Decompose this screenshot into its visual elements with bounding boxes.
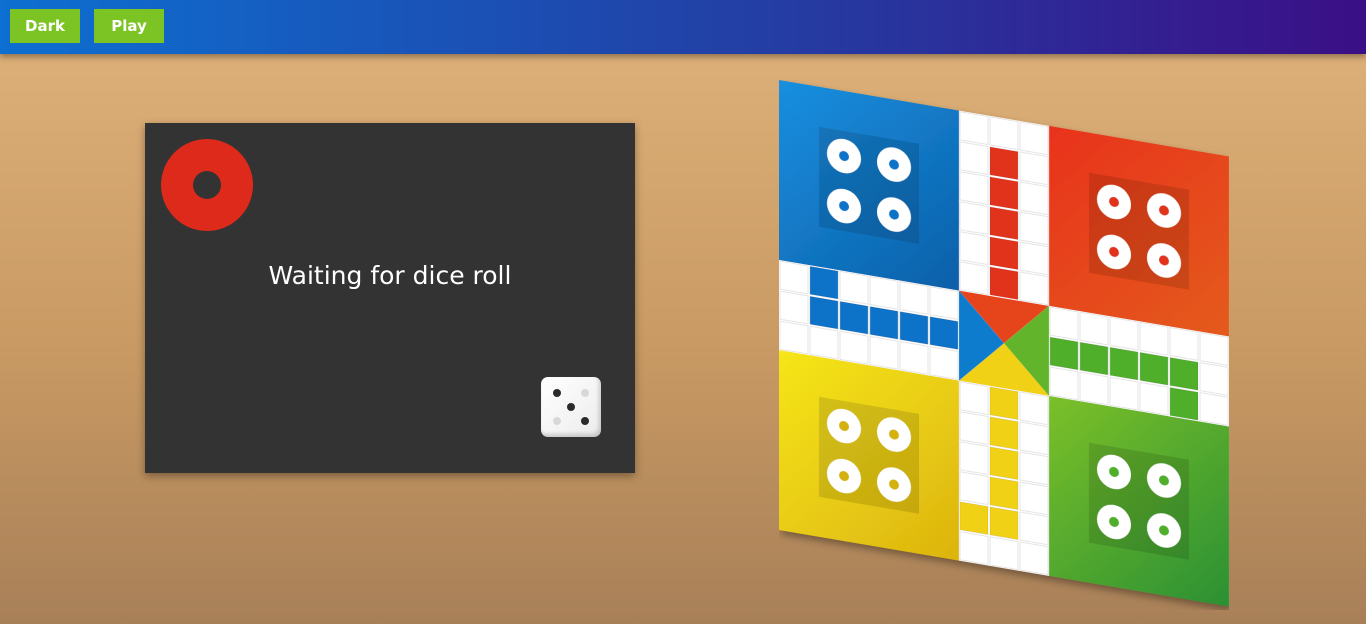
path-cell[interactable] — [839, 330, 869, 365]
path-cell[interactable] — [929, 346, 959, 381]
path-cell[interactable] — [779, 290, 809, 325]
path-cell[interactable] — [1199, 331, 1229, 366]
path-cell[interactable] — [1109, 316, 1139, 351]
colored-path-cell[interactable] — [1079, 341, 1109, 376]
path-cell[interactable] — [959, 111, 989, 146]
path-cell[interactable] — [1169, 326, 1199, 361]
colored-path-cell[interactable] — [959, 501, 989, 536]
path-cell[interactable] — [959, 201, 989, 236]
colored-path-cell[interactable] — [989, 476, 1019, 511]
colored-path-cell[interactable] — [839, 300, 869, 335]
current-player-token-icon — [161, 139, 253, 231]
colored-path-cell[interactable] — [989, 146, 1019, 181]
path-cell[interactable] — [959, 141, 989, 176]
dice-pip — [581, 417, 589, 425]
path-cell[interactable] — [1109, 376, 1139, 411]
path-cell[interactable] — [1139, 321, 1169, 356]
path-cell[interactable] — [959, 441, 989, 476]
path-cell[interactable] — [959, 261, 989, 296]
path-cell[interactable] — [1019, 511, 1049, 546]
path-cell[interactable] — [1019, 481, 1049, 516]
path-cell[interactable] — [899, 280, 929, 315]
colored-path-cell[interactable] — [809, 265, 839, 300]
path-cell[interactable] — [1049, 366, 1079, 401]
status-panel: Waiting for dice roll — [145, 123, 635, 473]
colored-path-cell[interactable] — [1169, 356, 1199, 391]
path-cell[interactable] — [1019, 271, 1049, 306]
path-cell[interactable] — [959, 171, 989, 206]
path-cell[interactable] — [1019, 211, 1049, 246]
colored-path-cell[interactable] — [1109, 346, 1139, 381]
colored-path-cell[interactable] — [989, 386, 1019, 421]
dark-mode-button[interactable]: Dark — [10, 9, 80, 43]
colored-path-cell[interactable] — [989, 506, 1019, 541]
dice-pip — [553, 389, 561, 397]
path-cell[interactable] — [1019, 451, 1049, 486]
path-cell[interactable] — [809, 325, 839, 360]
status-message: Waiting for dice roll — [268, 261, 512, 290]
path-cell[interactable] — [1019, 241, 1049, 276]
path-cell[interactable] — [1079, 311, 1109, 346]
dice-pip-faded — [581, 389, 589, 397]
path-cell[interactable] — [959, 531, 989, 566]
colored-path-cell[interactable] — [869, 305, 899, 340]
path-cell[interactable] — [869, 275, 899, 310]
path-cell[interactable] — [1049, 306, 1079, 341]
colored-path-cell[interactable] — [989, 206, 1019, 241]
path-cell[interactable] — [1019, 181, 1049, 216]
path-cell[interactable] — [989, 536, 1019, 571]
colored-path-cell[interactable] — [989, 446, 1019, 481]
token-hole — [193, 171, 221, 199]
path-cell[interactable] — [1139, 381, 1169, 416]
path-cell[interactable] — [899, 340, 929, 375]
colored-path-cell[interactable] — [989, 266, 1019, 301]
path-cell[interactable] — [1199, 391, 1229, 426]
path-cell[interactable] — [1199, 361, 1229, 396]
dice-pip — [567, 403, 575, 411]
path-cell[interactable] — [839, 270, 869, 305]
path-cell[interactable] — [1079, 371, 1109, 406]
colored-path-cell[interactable] — [809, 295, 839, 330]
path-cell[interactable] — [1019, 121, 1049, 156]
colored-path-cell[interactable] — [929, 316, 959, 351]
colored-path-cell[interactable] — [899, 310, 929, 345]
play-button[interactable]: Play — [94, 9, 164, 43]
path-cell[interactable] — [779, 260, 809, 295]
path-cell[interactable] — [1019, 151, 1049, 186]
path-cell[interactable] — [1019, 421, 1049, 456]
path-cell[interactable] — [1019, 391, 1049, 426]
colored-path-cell[interactable] — [989, 176, 1019, 211]
path-cell[interactable] — [959, 381, 989, 416]
colored-path-cell[interactable] — [989, 236, 1019, 271]
colored-path-cell[interactable] — [989, 416, 1019, 451]
path-cell[interactable] — [929, 286, 959, 321]
colored-path-cell[interactable] — [1139, 351, 1169, 386]
path-cell[interactable] — [959, 231, 989, 266]
path-cell[interactable] — [869, 335, 899, 370]
dice-button[interactable] — [541, 377, 601, 437]
colored-path-cell[interactable] — [1169, 386, 1199, 421]
path-cell[interactable] — [989, 116, 1019, 151]
path-cell[interactable] — [959, 471, 989, 506]
dice-pip-faded — [553, 417, 561, 425]
colored-path-cell[interactable] — [1049, 336, 1079, 371]
path-cell[interactable] — [959, 411, 989, 446]
path-cell[interactable] — [1019, 541, 1049, 576]
ludo-board[interactable] — [779, 80, 1229, 610]
top-bar: Dark Play — [0, 0, 1366, 54]
path-cell[interactable] — [779, 320, 809, 355]
ludo-board-canvas — [779, 80, 1229, 607]
